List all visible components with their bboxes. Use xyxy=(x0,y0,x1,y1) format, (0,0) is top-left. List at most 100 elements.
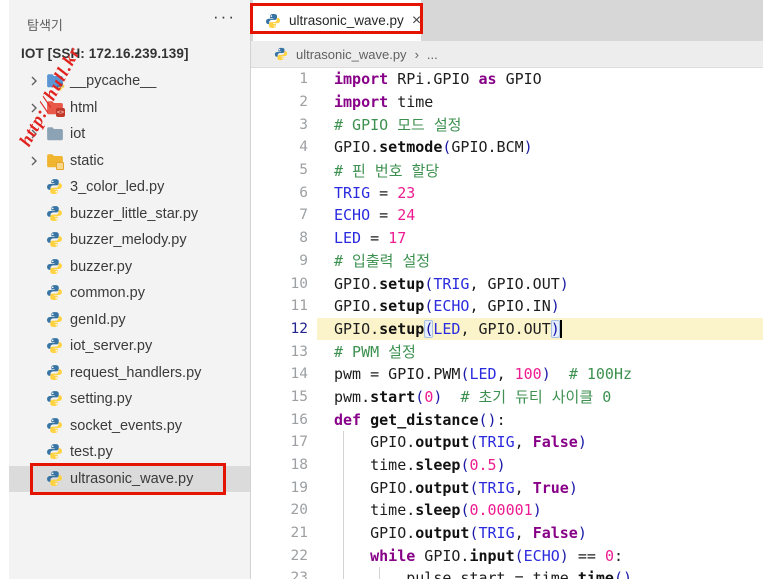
folder-icon: <> xyxy=(46,99,64,117)
line-number[interactable]: 18 xyxy=(251,457,308,473)
tree-item-iot[interactable]: iot xyxy=(9,121,250,148)
python-file-icon xyxy=(46,284,64,302)
line-number[interactable]: 5 xyxy=(251,162,308,178)
code-line-17[interactable]: 17 GPIO.output(TRIG, False) xyxy=(251,431,763,454)
code-line-23[interactable]: 23 pulse_start = time.time() xyxy=(251,567,763,579)
breadcrumb-file[interactable]: ultrasonic_wave.py xyxy=(296,47,407,62)
code-line-8[interactable]: 8LED = 17 xyxy=(251,227,763,250)
chevron-right-icon[interactable] xyxy=(26,73,46,89)
code-line-22[interactable]: 22 while GPIO.input(ECHO) == 0: xyxy=(251,544,763,567)
python-file-icon xyxy=(46,205,64,223)
tree-item-label: __pycache__ xyxy=(70,73,156,89)
line-number[interactable]: 11 xyxy=(251,298,308,314)
code-line-content: time.sleep(0.00001) xyxy=(317,499,763,522)
code-line-content: GPIO.output(TRIG, False) xyxy=(317,522,763,545)
code-line-13[interactable]: 13 # PWM 설정 xyxy=(251,340,763,363)
code-line-21[interactable]: 21 GPIO.output(TRIG, False) xyxy=(251,522,763,545)
close-icon[interactable]: × xyxy=(412,13,421,29)
python-file-icon xyxy=(46,231,64,249)
code-line-7[interactable]: 7 ECHO = 24 xyxy=(251,204,763,227)
line-number[interactable]: 3 xyxy=(251,117,308,133)
tree-item-label: test.py xyxy=(70,444,113,460)
code-line-10[interactable]: 10 GPIO.setup(TRIG, GPIO.OUT) xyxy=(251,272,763,295)
line-number[interactable]: 9 xyxy=(251,253,308,269)
chevron-right-icon[interactable] xyxy=(26,100,46,116)
tab-label: ultrasonic_wave.py xyxy=(289,13,404,28)
tree-item-3_color_led.py[interactable]: 3_color_led.py xyxy=(9,174,250,201)
chevron-right-icon[interactable] xyxy=(26,153,46,169)
tree-item-__pycache__[interactable]: __pycache__ xyxy=(9,68,250,95)
tree-item-setting.py[interactable]: setting.py xyxy=(9,386,250,413)
line-number[interactable]: 8 xyxy=(251,230,308,246)
text-cursor xyxy=(560,320,562,338)
tree-item-genId.py[interactable]: genId.py xyxy=(9,307,250,334)
code-line-content: GPIO.setup(TRIG, GPIO.OUT) xyxy=(317,272,763,295)
python-file-icon xyxy=(46,178,64,196)
line-number[interactable]: 1 xyxy=(251,71,308,87)
code-line-16[interactable]: 16 def get_distance(): xyxy=(251,408,763,431)
line-number[interactable]: 22 xyxy=(251,548,308,564)
line-number[interactable]: 23 xyxy=(251,570,308,579)
line-number[interactable]: 17 xyxy=(251,434,308,450)
line-number[interactable]: 6 xyxy=(251,185,308,201)
tree-item-static[interactable]: static xyxy=(9,148,250,175)
code-line-1[interactable]: 1import RPi.GPIO as GPIO xyxy=(251,68,763,91)
tab-bar: ultrasonic_wave.py × xyxy=(251,0,763,41)
tree-item-buzzer_little_star.py[interactable]: buzzer_little_star.py xyxy=(9,201,250,228)
code-line-9[interactable]: 9# 입출력 설정 xyxy=(251,250,763,273)
line-number[interactable]: 12 xyxy=(251,321,308,337)
code-line-18[interactable]: 18 time.sleep(0.5) xyxy=(251,454,763,477)
line-number[interactable]: 16 xyxy=(251,412,308,428)
tree-item-socket_events.py[interactable]: socket_events.py xyxy=(9,413,250,440)
tree-item-buzzer.py[interactable]: buzzer.py xyxy=(9,254,250,281)
tree-item-html[interactable]: <>html xyxy=(9,95,250,122)
line-number[interactable]: 19 xyxy=(251,480,308,496)
code-line-11[interactable]: 11GPIO.setup(ECHO, GPIO.IN) xyxy=(251,295,763,318)
breadcrumb-symbol-ellipsis[interactable]: ... xyxy=(427,47,438,62)
code-line-content: def get_distance(): xyxy=(317,408,763,431)
indent-guide xyxy=(379,567,380,579)
project-root-header[interactable]: IOT [SSH: 172.16.239.139] xyxy=(21,46,189,61)
code-editor[interactable]: 1import RPi.GPIO as GPIO2import time3# G… xyxy=(251,68,763,579)
code-badge-icon: <> xyxy=(56,108,65,117)
explorer-sidebar: 탐색기 ··· IOT [SSH: 172.16.239.139] __pyca… xyxy=(9,0,250,579)
python-file-icon xyxy=(265,13,281,29)
code-line-15[interactable]: 15 pwm.start(0) # 초기 듀티 사이클 0 xyxy=(251,386,763,409)
code-line-content: pulse_start = time.time() xyxy=(317,567,763,579)
code-line-5[interactable]: 5# 핀 번호 할당 xyxy=(251,159,763,182)
tree-item-ultrasonic_wave.py[interactable]: ultrasonic_wave.py xyxy=(9,466,250,493)
tree-item-request_handlers.py[interactable]: request_handlers.py xyxy=(9,360,250,387)
line-number[interactable]: 4 xyxy=(251,139,308,155)
line-number[interactable]: 7 xyxy=(251,207,308,223)
tree-item-test.py[interactable]: test.py xyxy=(9,439,250,466)
code-line-content: # PWM 설정 xyxy=(317,340,763,363)
code-line-12[interactable]: 12GPIO.setup(LED, GPIO.OUT) xyxy=(251,318,763,341)
breadcrumb-separator-icon: › xyxy=(415,47,419,62)
python-file-icon xyxy=(46,311,64,329)
code-line-20[interactable]: 20 time.sleep(0.00001) xyxy=(251,499,763,522)
python-file-icon xyxy=(46,417,64,435)
code-line-4[interactable]: 4GPIO.setmode(GPIO.BCM) xyxy=(251,136,763,159)
line-number[interactable]: 14 xyxy=(251,366,308,382)
line-number[interactable]: 20 xyxy=(251,502,308,518)
code-line-19[interactable]: 19 GPIO.output(TRIG, True) xyxy=(251,476,763,499)
code-line-6[interactable]: 6TRIG = 23 xyxy=(251,181,763,204)
code-line-content: ECHO = 24 xyxy=(317,204,763,227)
python-file-icon xyxy=(274,47,288,61)
line-number[interactable]: 21 xyxy=(251,525,308,541)
code-line-14[interactable]: 14pwm = GPIO.PWM(LED, 100) # 100Hz xyxy=(251,363,763,386)
line-number[interactable]: 10 xyxy=(251,276,308,292)
tree-item-buzzer_melody.py[interactable]: buzzer_melody.py xyxy=(9,227,250,254)
tree-item-iot_server.py[interactable]: iot_server.py xyxy=(9,333,250,360)
line-number[interactable]: 15 xyxy=(251,389,308,405)
more-actions-icon[interactable]: ··· xyxy=(213,7,236,27)
code-line-3[interactable]: 3# GPIO 모드 설정 xyxy=(251,113,763,136)
code-line-2[interactable]: 2import time xyxy=(251,91,763,114)
tab-ultrasonic-wave[interactable]: ultrasonic_wave.py × xyxy=(253,0,421,41)
code-line-content: pwm.start(0) # 초기 듀티 사이클 0 xyxy=(317,386,763,409)
line-number[interactable]: 13 xyxy=(251,344,308,360)
tree-item-common.py[interactable]: common.py xyxy=(9,280,250,307)
chevron-right-icon[interactable] xyxy=(26,126,46,142)
tree-item-label: buzzer_little_star.py xyxy=(70,206,198,222)
line-number[interactable]: 2 xyxy=(251,94,308,110)
